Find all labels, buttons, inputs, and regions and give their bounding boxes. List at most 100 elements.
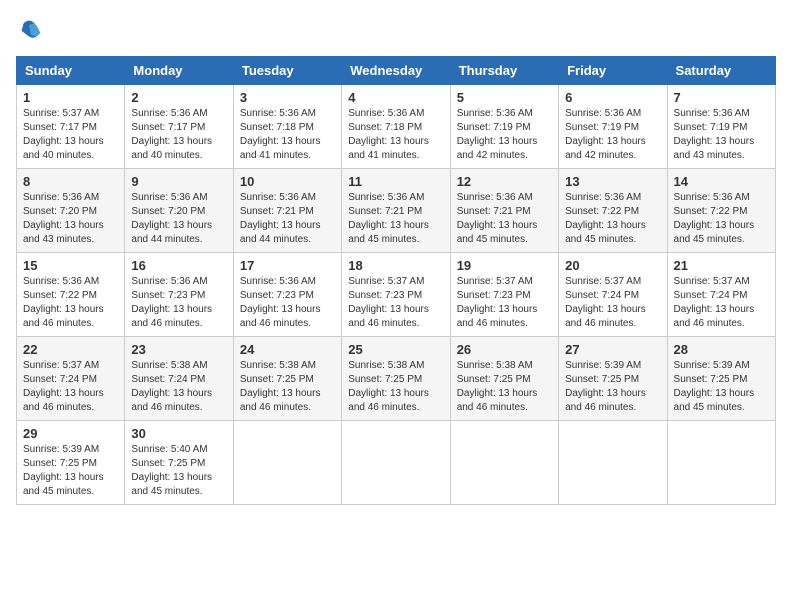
calendar-table: SundayMondayTuesdayWednesdayThursdayFrid… [16, 56, 776, 505]
day-number: 17 [240, 258, 335, 273]
day-number: 14 [674, 174, 769, 189]
calendar-cell: 12Sunrise: 5:36 AMSunset: 7:21 PMDayligh… [450, 169, 558, 253]
day-number: 25 [348, 342, 443, 357]
calendar-cell [342, 421, 450, 505]
day-number: 24 [240, 342, 335, 357]
day-info: Sunrise: 5:37 AMSunset: 7:23 PMDaylight:… [457, 275, 552, 331]
day-info: Sunrise: 5:36 AMSunset: 7:20 PMDaylight:… [131, 191, 226, 247]
day-info: Sunrise: 5:37 AMSunset: 7:17 PMDaylight:… [23, 107, 118, 163]
calendar-week-1: 1 Sunrise: 5:37 AMSunset: 7:17 PMDaylight… [17, 85, 776, 169]
day-number: 8 [23, 174, 118, 189]
logo-icon [16, 16, 44, 44]
calendar-cell: 9Sunrise: 5:36 AMSunset: 7:20 PMDaylight… [125, 169, 233, 253]
calendar-cell: 6 Sunrise: 5:36 AMSunset: 7:19 PMDaylight… [559, 85, 667, 169]
day-number: 16 [131, 258, 226, 273]
calendar-cell: 8 Sunrise: 5:36 AMSunset: 7:20 PMDaylight… [17, 169, 125, 253]
day-info: Sunrise: 5:36 AMSunset: 7:21 PMDaylight:… [348, 191, 443, 247]
day-number: 19 [457, 258, 552, 273]
calendar-week-4: 22 Sunrise: 5:37 AMSunset: 7:24 PMDayligh… [17, 337, 776, 421]
day-info: Sunrise: 5:38 AMSunset: 7:25 PMDaylight:… [348, 359, 443, 415]
calendar-cell: 3Sunrise: 5:36 AMSunset: 7:18 PMDaylight… [233, 85, 341, 169]
calendar-cell: 5Sunrise: 5:36 AMSunset: 7:19 PMDaylight… [450, 85, 558, 169]
day-info: Sunrise: 5:38 AMSunset: 7:25 PMDaylight:… [240, 359, 335, 415]
day-info: Sunrise: 5:36 AMSunset: 7:18 PMDaylight:… [240, 107, 335, 163]
calendar-cell: 20Sunrise: 5:37 AMSunset: 7:24 PMDayligh… [559, 253, 667, 337]
calendar-cell: 23 Sunrise: 5:38 AMSunset: 7:24 PMDayligh… [125, 337, 233, 421]
day-number: 22 [23, 342, 118, 357]
day-info: Sunrise: 5:37 AMSunset: 7:24 PMDaylight:… [23, 359, 118, 415]
weekday-header-tuesday: Tuesday [233, 57, 341, 85]
day-info: Sunrise: 5:39 AMSunset: 7:25 PMDaylight:… [565, 359, 660, 415]
day-number: 10 [240, 174, 335, 189]
day-number: 13 [565, 174, 660, 189]
calendar-cell: 29 Sunrise: 5:39 AMSunset: 7:25 PMDayligh… [17, 421, 125, 505]
day-info: Sunrise: 5:36 AMSunset: 7:23 PMDaylight:… [131, 275, 226, 331]
day-number: 23 [131, 342, 226, 357]
day-info: Sunrise: 5:39 AMSunset: 7:25 PMDaylight:… [23, 443, 118, 499]
calendar-cell: 24 Sunrise: 5:38 AMSunset: 7:25 PMDayligh… [233, 337, 341, 421]
calendar-cell: 28 Sunrise: 5:39 AMSunset: 7:25 PMDayligh… [667, 337, 775, 421]
calendar-cell: 16 Sunrise: 5:36 AMSunset: 7:23 PMDayligh… [125, 253, 233, 337]
calendar-cell: 26 Sunrise: 5:38 AMSunset: 7:25 PMDayligh… [450, 337, 558, 421]
day-number: 11 [348, 174, 443, 189]
calendar-cell [450, 421, 558, 505]
day-number: 30 [131, 426, 226, 441]
weekday-header-row: SundayMondayTuesdayWednesdayThursdayFrid… [17, 57, 776, 85]
day-number: 18 [348, 258, 443, 273]
calendar-cell: 7 Sunrise: 5:36 AMSunset: 7:19 PMDaylight… [667, 85, 775, 169]
day-number: 4 [348, 90, 443, 105]
day-number: 20 [565, 258, 660, 273]
calendar-cell: 4 Sunrise: 5:36 AMSunset: 7:18 PMDaylight… [342, 85, 450, 169]
day-info: Sunrise: 5:36 AMSunset: 7:19 PMDaylight:… [457, 107, 552, 163]
day-info: Sunrise: 5:36 AMSunset: 7:19 PMDaylight:… [674, 107, 769, 163]
weekday-header-friday: Friday [559, 57, 667, 85]
calendar-cell: 25 Sunrise: 5:38 AMSunset: 7:25 PMDayligh… [342, 337, 450, 421]
day-number: 15 [23, 258, 118, 273]
calendar-cell: 14 Sunrise: 5:36 AMSunset: 7:22 PMDayligh… [667, 169, 775, 253]
day-number: 7 [674, 90, 769, 105]
day-number: 6 [565, 90, 660, 105]
day-number: 29 [23, 426, 118, 441]
calendar-week-2: 8 Sunrise: 5:36 AMSunset: 7:20 PMDaylight… [17, 169, 776, 253]
calendar-cell: 17 Sunrise: 5:36 AMSunset: 7:23 PMDayligh… [233, 253, 341, 337]
calendar-cell: 10 Sunrise: 5:36 AMSunset: 7:21 PMDayligh… [233, 169, 341, 253]
calendar-cell: 15 Sunrise: 5:36 AMSunset: 7:22 PMDayligh… [17, 253, 125, 337]
header [16, 16, 776, 44]
day-info: Sunrise: 5:36 AMSunset: 7:22 PMDaylight:… [565, 191, 660, 247]
day-info: Sunrise: 5:36 AMSunset: 7:22 PMDaylight:… [674, 191, 769, 247]
day-info: Sunrise: 5:38 AMSunset: 7:25 PMDaylight:… [457, 359, 552, 415]
weekday-header-thursday: Thursday [450, 57, 558, 85]
day-number: 2 [131, 90, 226, 105]
day-info: Sunrise: 5:36 AMSunset: 7:21 PMDaylight:… [240, 191, 335, 247]
calendar-cell: 2 Sunrise: 5:36 AMSunset: 7:17 PMDaylight… [125, 85, 233, 169]
day-info: Sunrise: 5:36 AMSunset: 7:21 PMDaylight:… [457, 191, 552, 247]
day-number: 28 [674, 342, 769, 357]
day-number: 21 [674, 258, 769, 273]
day-info: Sunrise: 5:36 AMSunset: 7:17 PMDaylight:… [131, 107, 226, 163]
weekday-header-monday: Monday [125, 57, 233, 85]
day-info: Sunrise: 5:36 AMSunset: 7:20 PMDaylight:… [23, 191, 118, 247]
calendar-cell: 22 Sunrise: 5:37 AMSunset: 7:24 PMDayligh… [17, 337, 125, 421]
calendar-week-3: 15 Sunrise: 5:36 AMSunset: 7:22 PMDayligh… [17, 253, 776, 337]
calendar-cell: 1 Sunrise: 5:37 AMSunset: 7:17 PMDaylight… [17, 85, 125, 169]
day-number: 1 [23, 90, 118, 105]
calendar-cell [233, 421, 341, 505]
weekday-header-saturday: Saturday [667, 57, 775, 85]
weekday-header-wednesday: Wednesday [342, 57, 450, 85]
calendar-week-5: 29 Sunrise: 5:39 AMSunset: 7:25 PMDayligh… [17, 421, 776, 505]
day-number: 27 [565, 342, 660, 357]
calendar-cell: 27 Sunrise: 5:39 AMSunset: 7:25 PMDayligh… [559, 337, 667, 421]
day-info: Sunrise: 5:36 AMSunset: 7:19 PMDaylight:… [565, 107, 660, 163]
day-info: Sunrise: 5:36 AMSunset: 7:22 PMDaylight:… [23, 275, 118, 331]
calendar-cell: 18 Sunrise: 5:37 AMSunset: 7:23 PMDayligh… [342, 253, 450, 337]
day-info: Sunrise: 5:37 AMSunset: 7:23 PMDaylight:… [348, 275, 443, 331]
day-info: Sunrise: 5:40 AMSunset: 7:25 PMDaylight:… [131, 443, 226, 499]
day-info: Sunrise: 5:36 AMSunset: 7:23 PMDaylight:… [240, 275, 335, 331]
day-info: Sunrise: 5:38 AMSunset: 7:24 PMDaylight:… [131, 359, 226, 415]
calendar-cell [667, 421, 775, 505]
day-info: Sunrise: 5:36 AMSunset: 7:18 PMDaylight:… [348, 107, 443, 163]
logo [16, 16, 48, 44]
day-number: 26 [457, 342, 552, 357]
day-info: Sunrise: 5:39 AMSunset: 7:25 PMDaylight:… [674, 359, 769, 415]
day-info: Sunrise: 5:37 AMSunset: 7:24 PMDaylight:… [674, 275, 769, 331]
